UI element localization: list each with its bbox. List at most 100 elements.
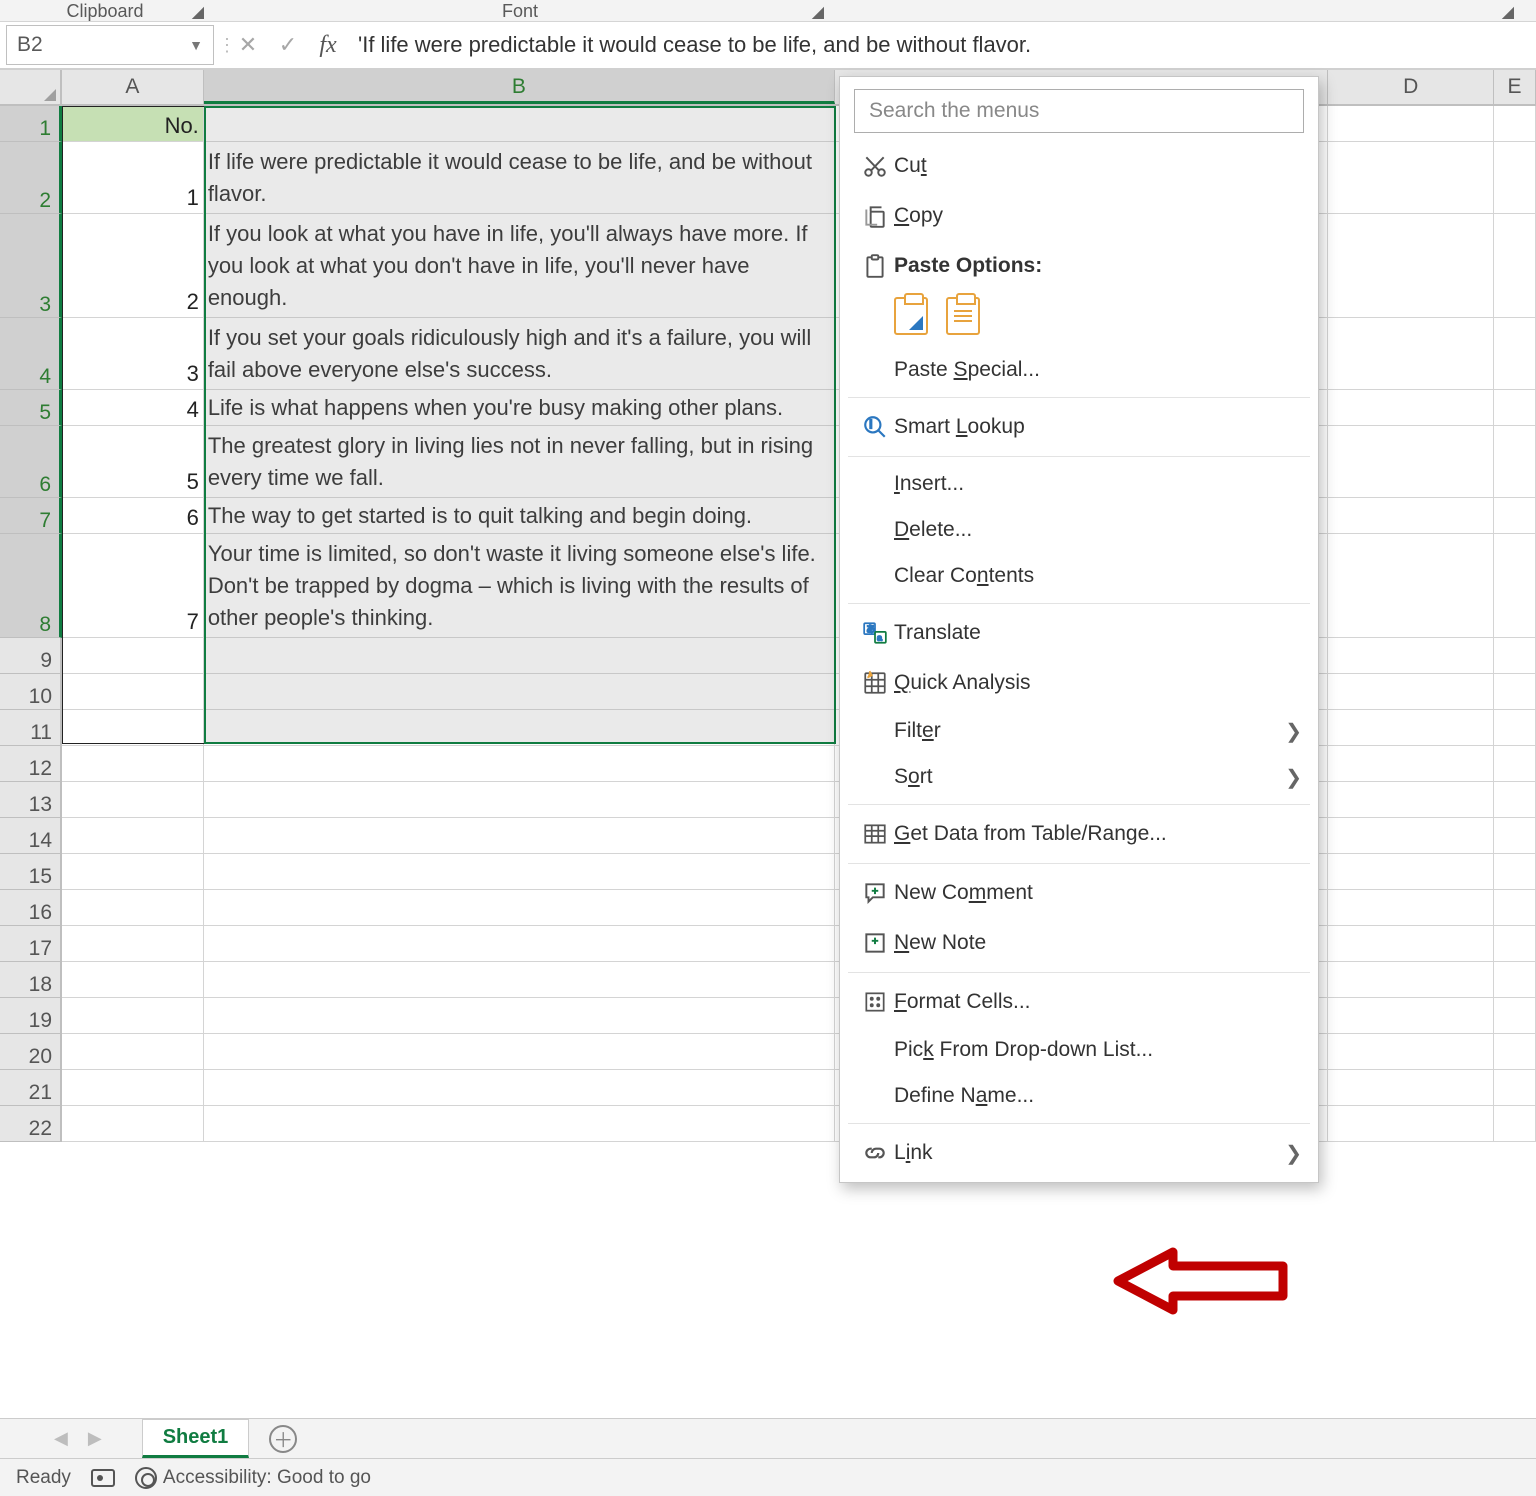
cell[interactable] [204,782,835,818]
cell[interactable] [204,890,835,926]
row-header-18[interactable]: 18 [0,962,60,998]
underline-button[interactable]: U [893,0,910,3]
row-header-17[interactable]: 17 [0,926,60,962]
cell[interactable]: 5 [62,426,204,498]
cell[interactable]: 4 [62,390,204,426]
cell[interactable] [1328,1106,1494,1142]
row-header-3[interactable]: 3 [0,214,62,318]
cell[interactable] [62,1106,204,1142]
cell[interactable] [1494,674,1536,710]
cm-define-name[interactable]: Define Name... [840,1073,1318,1119]
cell[interactable] [1328,214,1494,318]
cell[interactable] [62,782,204,818]
cm-get-data[interactable]: Get Data from Table/Range... [840,809,1318,859]
fx-button[interactable]: fx [308,32,348,59]
row-header-7[interactable]: 7 [0,498,62,534]
cell[interactable] [204,926,835,962]
cell[interactable] [62,638,204,674]
row-header-9[interactable]: 9 [0,638,60,674]
cm-quick-analysis[interactable]: Quick Analysis [840,658,1318,708]
cm-pick-list[interactable]: Pick From Drop-down List... [840,1027,1318,1073]
font-dialog-launcher-icon[interactable]: ◢ [812,2,824,22]
cell[interactable] [1494,782,1536,818]
bold-button[interactable]: B [845,0,861,3]
cm-cut[interactable]: Cut [840,141,1318,191]
cell[interactable]: 7 [62,534,204,638]
row-header-4[interactable]: 4 [0,318,62,390]
cell[interactable]: 3 [62,318,204,390]
cell[interactable] [1494,426,1536,498]
cancel-formula-button[interactable]: ✕ [228,32,268,58]
paste-option-values[interactable] [946,297,980,335]
cell[interactable] [62,890,204,926]
row-header-19[interactable]: 19 [0,998,60,1034]
row-header-16[interactable]: 16 [0,890,60,926]
tab-nav-prev-icon[interactable]: ◀ [44,1428,78,1449]
cell[interactable] [204,638,835,674]
cell[interactable] [1328,746,1494,782]
row-header-15[interactable]: 15 [0,854,60,890]
cell[interactable]: Your time is limited, so don't waste it … [204,534,835,638]
formula-text[interactable]: 'If life were predictable it would cease… [348,32,1536,58]
cell[interactable] [1494,106,1536,142]
cell[interactable] [1328,498,1494,534]
cell[interactable] [204,854,835,890]
cell[interactable] [1328,674,1494,710]
row-header-6[interactable]: 6 [0,426,62,498]
cell[interactable] [1494,998,1536,1034]
cm-sort[interactable]: Sort❯ [840,754,1318,800]
cell[interactable] [204,674,835,710]
row-header-13[interactable]: 13 [0,782,60,818]
cell[interactable] [1494,890,1536,926]
row-header-8[interactable]: 8 [0,534,62,638]
cm-paste-special[interactable]: Paste Special... [840,347,1318,393]
cell[interactable] [62,710,204,746]
cell[interactable] [1494,214,1536,318]
paste-option-keep-source[interactable] [894,297,928,335]
context-menu-search-input[interactable] [854,89,1304,133]
cm-filter[interactable]: Filter❯ [840,708,1318,754]
clipboard-dialog-launcher-icon[interactable]: ◢ [192,2,204,22]
cell[interactable] [1328,710,1494,746]
cell[interactable] [1494,926,1536,962]
cell[interactable] [204,1106,835,1142]
cm-new-comment[interactable]: New Comment [840,868,1318,918]
cell[interactable] [1328,318,1494,390]
cell[interactable] [62,1070,204,1106]
cell[interactable]: If you set your goals ridiculously high … [204,318,835,390]
cell[interactable] [1494,498,1536,534]
tab-sheet1[interactable]: Sheet1 [142,1419,250,1458]
select-all-button[interactable] [0,70,62,106]
name-box-dropdown-icon[interactable]: ▼ [189,37,203,53]
cell[interactable] [1328,890,1494,926]
status-accessibility[interactable]: Accessibility: Good to go [135,1467,371,1489]
cell[interactable] [62,746,204,782]
cell[interactable]: 1 [62,142,204,214]
row-header-12[interactable]: 12 [0,746,60,782]
cm-new-note[interactable]: New Note [840,918,1318,968]
cell[interactable] [1328,782,1494,818]
cell[interactable] [204,962,835,998]
col-header-a[interactable]: A [62,70,204,104]
cell[interactable] [1328,638,1494,674]
row-header-22[interactable]: 22 [0,1106,60,1142]
cell[interactable] [1328,106,1494,142]
alignment-dialog-launcher-icon[interactable]: ◢ [1502,2,1514,22]
row-header-1[interactable]: 1 [0,106,62,142]
cell[interactable] [1328,998,1494,1034]
name-box[interactable]: B2 ▼ [6,25,214,65]
row-header-14[interactable]: 14 [0,818,60,854]
cell[interactable] [1494,142,1536,214]
cell[interactable] [1328,1070,1494,1106]
col-header-e[interactable]: E [1494,70,1536,104]
cm-link[interactable]: Link ❯ [840,1128,1318,1178]
cell[interactable]: If you look at what you have in life, yo… [204,214,835,318]
cell[interactable]: The way to get started is to quit talkin… [204,498,835,534]
cell[interactable] [62,962,204,998]
cell[interactable] [1328,426,1494,498]
cell[interactable] [1328,962,1494,998]
cell[interactable] [204,1070,835,1106]
cell[interactable] [1328,390,1494,426]
cell[interactable] [1494,746,1536,782]
cell[interactable] [62,674,204,710]
